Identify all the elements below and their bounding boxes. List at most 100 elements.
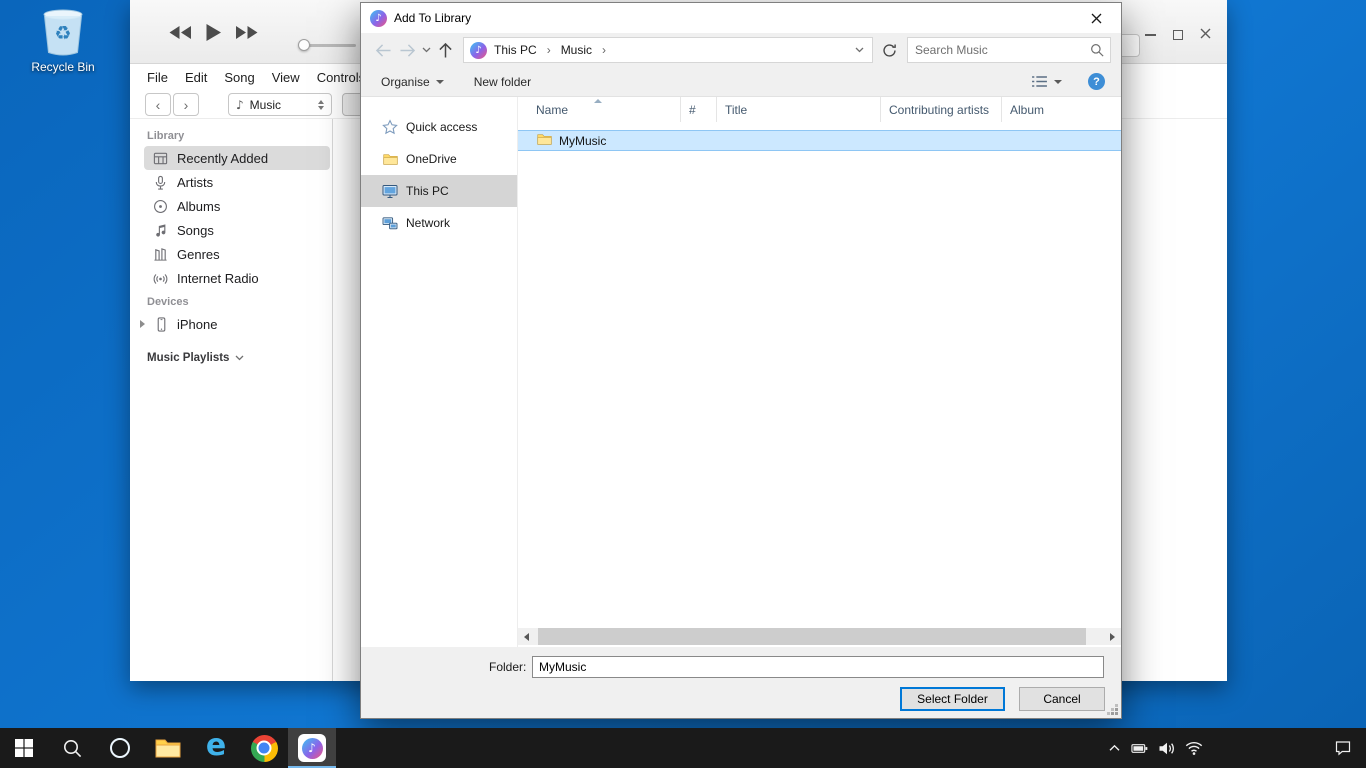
menu-file[interactable]: File	[147, 70, 168, 85]
sidebar-item-albums[interactable]: Albums	[144, 194, 330, 218]
volume-icon[interactable]	[1158, 741, 1175, 756]
start-button[interactable]	[0, 728, 48, 768]
dialog-body: Quick access OneDrive This PC Network	[361, 97, 1121, 647]
recent-locations-dropdown[interactable]	[419, 38, 433, 62]
new-folder-button[interactable]: New folder	[474, 75, 531, 89]
help-button[interactable]: ?	[1088, 73, 1105, 90]
itunes-sidebar: Library Recently Added Artists Albums So…	[130, 119, 333, 681]
album-disc-icon	[152, 199, 168, 214]
music-note-icon: ♪	[236, 98, 244, 112]
organise-button[interactable]: Organise	[381, 75, 444, 89]
music-playlists-header[interactable]: Music Playlists	[147, 352, 332, 364]
search-input[interactable]	[908, 43, 1090, 57]
nav-forward-button[interactable]	[395, 38, 419, 62]
column-header-name[interactable]: Name	[518, 97, 681, 122]
battery-icon[interactable]	[1131, 743, 1148, 754]
view-mode-button[interactable]	[1031, 75, 1062, 88]
search-icon	[62, 738, 83, 759]
menu-song[interactable]: Song	[224, 70, 254, 85]
refresh-button[interactable]	[877, 38, 901, 62]
media-kind-selector[interactable]: ♪ Music	[228, 93, 332, 116]
breadcrumb-music[interactable]: Music	[556, 40, 597, 60]
resize-grip[interactable]	[1115, 712, 1118, 715]
column-header-album[interactable]: Album	[1002, 97, 1121, 122]
cortana-icon	[110, 738, 130, 758]
selector-arrows-icon	[318, 100, 324, 110]
file-name: MyMusic	[559, 134, 606, 148]
microphone-icon	[152, 175, 168, 190]
scrollbar-thumb[interactable]	[538, 628, 1086, 645]
hidden-icons-chevron[interactable]	[1108, 744, 1121, 752]
dialog-close-button[interactable]	[1080, 6, 1112, 30]
close-button[interactable]	[1200, 26, 1211, 44]
fast-forward-button[interactable]	[235, 25, 259, 45]
file-explorer-button[interactable]	[144, 728, 192, 768]
folder-label: Folder:	[489, 660, 526, 674]
horizontal-scrollbar[interactable]	[518, 628, 1121, 645]
column-header-title[interactable]: Title	[717, 97, 881, 122]
play-button[interactable]	[205, 23, 222, 47]
file-row-mymusic[interactable]: MyMusic	[518, 130, 1121, 151]
wifi-icon[interactable]	[1185, 741, 1203, 755]
folder-icon	[155, 738, 181, 759]
minimize-button[interactable]	[1145, 34, 1156, 36]
edge-button[interactable]: e	[192, 728, 240, 768]
nav-back-button[interactable]	[371, 38, 395, 62]
chevron-down-icon	[436, 80, 444, 84]
breadcrumb-this-pc[interactable]: This PC	[489, 40, 542, 60]
select-folder-button[interactable]: Select Folder	[900, 687, 1005, 711]
nav-item-network[interactable]: Network	[361, 207, 517, 239]
sidebar-item-recently-added[interactable]: Recently Added	[144, 146, 330, 170]
nav-item-this-pc[interactable]: This PC	[361, 175, 517, 207]
column-label: Contributing artists	[889, 103, 989, 117]
search-icon[interactable]	[1090, 43, 1104, 57]
maximize-button[interactable]	[1173, 30, 1183, 40]
network-icon	[382, 215, 398, 231]
address-bar[interactable]: ♪ This PC › Music ›	[463, 37, 873, 63]
sidebar-item-genres[interactable]: Genres	[144, 242, 330, 266]
rewind-button[interactable]	[168, 25, 192, 45]
this-pc-monitor-icon	[382, 183, 398, 199]
dialog-titlebar[interactable]: ♪ Add To Library	[361, 3, 1121, 33]
action-center-button[interactable]	[1320, 728, 1366, 768]
taskbar: e ♪	[0, 728, 1366, 768]
sidebar-item-artists[interactable]: Artists	[144, 170, 330, 194]
sidebar-item-songs[interactable]: Songs	[144, 218, 330, 242]
sidebar-item-label: Recently Added	[177, 151, 268, 166]
genres-icon	[152, 247, 168, 262]
chrome-icon	[251, 735, 278, 762]
column-header-contributing-artists[interactable]: Contributing artists	[881, 97, 1002, 122]
column-header-number[interactable]: #	[681, 97, 717, 122]
menu-view[interactable]: View	[272, 70, 300, 85]
onedrive-icon	[382, 153, 398, 166]
chrome-button[interactable]	[240, 728, 288, 768]
volume-slider[interactable]	[300, 44, 356, 47]
sidebar-item-internet-radio[interactable]: Internet Radio	[144, 266, 330, 290]
folder-name-input[interactable]	[532, 656, 1104, 678]
menu-edit[interactable]: Edit	[185, 70, 207, 85]
menu-controls[interactable]: Controls	[317, 70, 365, 85]
nav-item-label: OneDrive	[406, 152, 457, 166]
scroll-right-button[interactable]	[1104, 628, 1121, 645]
recycle-bin[interactable]: ♻ Recycle Bin	[24, 7, 102, 74]
itunes-back-button[interactable]: ‹	[145, 93, 171, 116]
taskbar-search-button[interactable]	[48, 728, 96, 768]
recycle-symbol-icon: ♻	[54, 25, 71, 44]
cancel-button[interactable]: Cancel	[1019, 687, 1105, 711]
nav-item-onedrive[interactable]: OneDrive	[361, 143, 517, 175]
sidebar-item-iphone[interactable]: iPhone	[140, 312, 332, 336]
volume-knob[interactable]	[298, 39, 310, 51]
nav-item-label: Quick access	[406, 120, 477, 134]
address-dropdown-button[interactable]	[851, 47, 868, 53]
nav-item-quick-access[interactable]: Quick access	[361, 111, 517, 143]
itunes-forward-button[interactable]: ›	[173, 93, 199, 116]
itunes-taskbar-button[interactable]: ♪	[288, 728, 336, 768]
scrollbar-track[interactable]	[535, 628, 1104, 645]
recently-added-icon	[152, 151, 168, 166]
disclosure-chevron-icon[interactable]	[140, 320, 145, 328]
itunes-app-icon: ♪	[370, 10, 387, 27]
scroll-left-button[interactable]	[518, 628, 535, 645]
cortana-button[interactable]	[96, 728, 144, 768]
system-tray	[1108, 728, 1203, 768]
nav-up-button[interactable]	[433, 38, 457, 62]
